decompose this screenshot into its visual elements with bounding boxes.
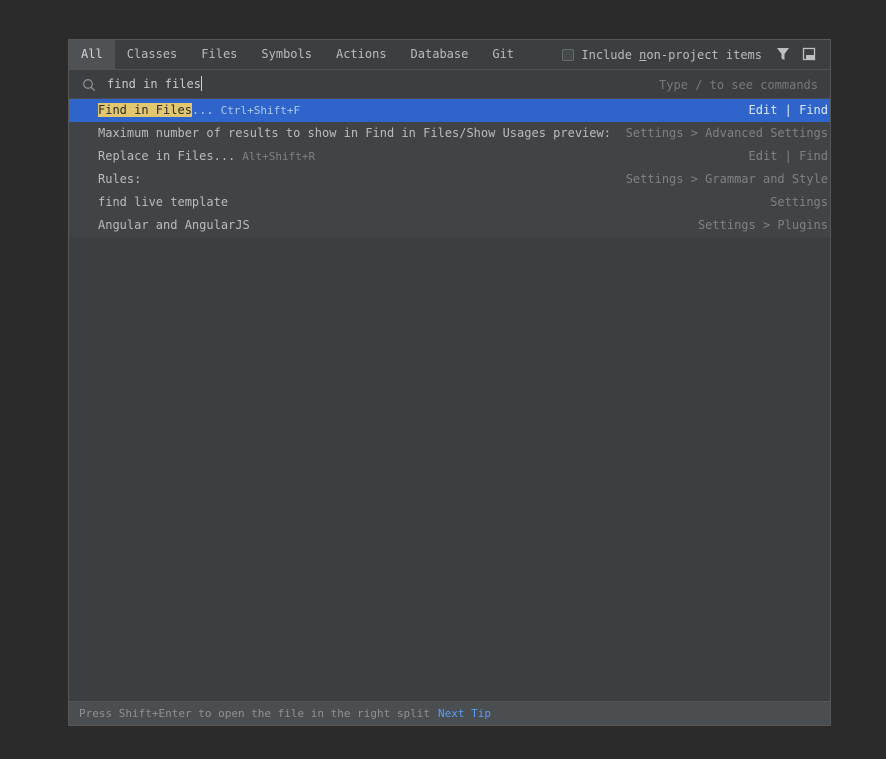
result-location: Settings > Grammar and Style <box>625 172 828 186</box>
result-row[interactable]: find live template Settings <box>69 191 830 214</box>
result-location: Edit | Find <box>748 103 828 117</box>
result-row[interactable]: Find in Files... Ctrl+Shift+F Edit | Find <box>69 99 830 122</box>
result-text: Replace in Files... <box>98 149 236 163</box>
include-non-project-checkbox[interactable] <box>562 48 575 61</box>
result-name: Rules: <box>98 168 141 191</box>
search-row: find in files Type / to see commands <box>69 70 830 99</box>
tab-bar: All Classes Files Symbols Actions Databa… <box>69 40 830 70</box>
include-label-before: Include <box>581 47 640 62</box>
result-location: Settings <box>770 195 828 209</box>
result-text: Angular and AngularJS <box>98 218 250 232</box>
shortcut-label: Ctrl+Shift+F <box>220 104 301 117</box>
results-list: Find in Files... Ctrl+Shift+F Edit | Find… <box>69 99 830 237</box>
filter-icon[interactable] <box>776 47 790 61</box>
result-location: Edit | Find <box>748 149 828 163</box>
search-everywhere-popup: All Classes Files Symbols Actions Databa… <box>68 39 831 726</box>
result-row[interactable]: Replace in Files... Alt+Shift+R Edit | Fi… <box>69 145 830 168</box>
search-hint: Type / to see commands <box>659 78 818 92</box>
result-name: Replace in Files... Alt+Shift+R <box>98 145 315 168</box>
tab-database[interactable]: Database <box>399 40 481 69</box>
pin-window-icon[interactable] <box>802 47 816 61</box>
footer-tip-bar: Press Shift+Enter to open the file in th… <box>69 701 830 725</box>
include-label-after: on-project items <box>646 47 762 62</box>
result-row[interactable]: Rules: Settings > Grammar and Style <box>69 168 830 191</box>
result-name: Maximum number of results to show in Fin… <box>98 122 611 145</box>
footer-tip-text: Press Shift+Enter to open the file in th… <box>79 707 430 720</box>
result-name: Find in Files... Ctrl+Shift+F <box>98 99 300 122</box>
footer-tip: Press Shift+Enter to open the file in th… <box>79 702 491 726</box>
tab-all[interactable]: All <box>69 40 115 69</box>
search-input-value: find in files <box>107 77 201 91</box>
tab-actions[interactable]: Actions <box>324 40 399 69</box>
result-row[interactable]: Angular and AngularJS Settings > Plugins <box>69 214 830 237</box>
tab-symbols[interactable]: Symbols <box>249 40 324 69</box>
text-caret <box>200 76 202 91</box>
result-text: find live template <box>98 195 229 209</box>
shortcut-label: Alt+Shift+R <box>242 150 316 163</box>
result-name: find live template <box>98 191 228 214</box>
result-text: Rules: <box>98 172 142 186</box>
result-row[interactable]: Maximum number of results to show in Fin… <box>69 122 830 145</box>
search-icon <box>83 79 96 92</box>
tab-classes[interactable]: Classes <box>115 40 190 69</box>
result-text: Maximum number of results to show in Fin… <box>98 126 611 140</box>
tabs: All Classes Files Symbols Actions Databa… <box>69 40 526 69</box>
result-name: Angular and AngularJS <box>98 214 250 237</box>
search-input[interactable]: find in files <box>107 76 202 91</box>
tab-files[interactable]: Files <box>189 40 249 69</box>
include-non-project-label[interactable]: Include non-project items <box>581 48 762 62</box>
result-location: Settings > Plugins <box>697 218 828 232</box>
next-tip-link[interactable]: Next Tip <box>438 707 491 720</box>
tab-git[interactable]: Git <box>480 40 526 69</box>
include-non-project-option[interactable]: Include non-project items <box>562 40 762 69</box>
result-text: ... <box>191 103 214 117</box>
match-highlight: Find in Files <box>98 103 192 117</box>
result-location: Settings > Advanced Settings <box>625 126 828 140</box>
